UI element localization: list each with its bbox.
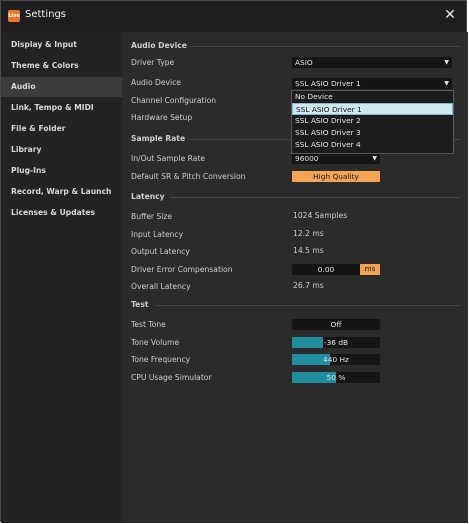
output-latency-label: Output Latency xyxy=(131,247,190,256)
chevron-down-icon: ▼ xyxy=(444,59,449,66)
default-sr-label: Default SR & Pitch Conversion xyxy=(131,172,246,181)
window-title: Settings xyxy=(25,9,67,20)
audio-device-label: Audio Device xyxy=(131,78,181,87)
close-icon[interactable]: ✕ xyxy=(442,7,458,23)
driver-type-label: Driver Type xyxy=(131,58,175,67)
section-sample-rate: Sample Rate xyxy=(131,134,186,143)
chevron-down-icon: ▼ xyxy=(372,155,377,162)
sidebar-item-plug-ins[interactable]: Plug-Ins xyxy=(1,161,122,181)
audio-device-value: SSL ASIO Driver 1 xyxy=(295,79,361,88)
section-divider xyxy=(156,305,460,306)
input-latency-label: Input Latency xyxy=(131,230,184,239)
chevron-down-icon: ▼ xyxy=(444,80,449,87)
dropdown-option-driver-1[interactable]: SSL ASIO Driver 1 xyxy=(292,103,453,115)
dropdown-option-driver-2[interactable]: SSL ASIO Driver 2 xyxy=(292,115,453,127)
buffer-size-value[interactable]: 1024 Samples xyxy=(293,211,347,220)
overall-latency-label: Overall Latency xyxy=(131,282,191,291)
sample-rate-value: 96000 xyxy=(295,154,319,163)
cpu-usage-slider[interactable]: 50 % xyxy=(292,372,380,383)
tone-volume-slider[interactable]: -36 dB xyxy=(292,337,380,348)
audio-device-dropdown-menu: No Device SSL ASIO Driver 1 SSL ASIO Dri… xyxy=(291,90,454,154)
tone-frequency-slider[interactable]: 440 Hz xyxy=(292,354,380,365)
sidebar: Display & Input Theme & Colors Audio Lin… xyxy=(1,32,122,523)
app-icon: Live xyxy=(8,10,20,22)
dropdown-option-driver-4[interactable]: SSL ASIO Driver 4 xyxy=(292,139,453,151)
tone-frequency-value: 440 Hz xyxy=(323,355,349,364)
section-test: Test xyxy=(131,300,149,309)
dropdown-option-driver-3[interactable]: SSL ASIO Driver 3 xyxy=(292,127,453,139)
tone-volume-label: Tone Volume xyxy=(131,338,180,347)
input-latency-value: 12.2 ms xyxy=(293,229,324,238)
sample-rate-select[interactable]: 96000 ▼ xyxy=(292,153,380,164)
buffer-size-label: Buffer Size xyxy=(131,212,173,221)
sidebar-item-audio[interactable]: Audio xyxy=(1,77,122,97)
pitch-conversion-toggle[interactable]: High Quality xyxy=(292,171,380,182)
dropdown-option-no-device[interactable]: No Device xyxy=(292,91,453,103)
audio-device-select[interactable]: SSL ASIO Driver 1 ▼ xyxy=(292,78,452,89)
sidebar-item-link-tempo-midi[interactable]: Link, Tempo & MIDI xyxy=(1,98,122,118)
test-tone-toggle[interactable]: Off xyxy=(292,319,380,330)
settings-window: Live Settings ✕ Display & Input Theme & … xyxy=(0,0,468,523)
channel-configuration-label: Channel Configuration xyxy=(131,96,217,105)
test-tone-label: Test Tone xyxy=(131,320,166,329)
driver-error-compensation-input[interactable]: 0.00 xyxy=(292,264,360,275)
output-latency-value: 14.5 ms xyxy=(293,246,324,255)
section-divider xyxy=(170,197,460,198)
driver-error-compensation-label: Driver Error Compensation xyxy=(131,265,233,274)
driver-error-unit: ms xyxy=(360,264,380,275)
cpu-usage-simulator-label: CPU Usage Simulator xyxy=(131,373,212,382)
tone-volume-value: -36 dB xyxy=(323,338,349,347)
hardware-setup-label: Hardware Setup xyxy=(131,113,193,122)
sidebar-item-theme-colors[interactable]: Theme & Colors xyxy=(1,56,122,76)
section-audio-device: Audio Device xyxy=(131,41,187,50)
sidebar-item-library[interactable]: Library xyxy=(1,140,122,160)
driver-type-value: ASIO xyxy=(295,58,313,67)
section-divider xyxy=(190,46,460,47)
sidebar-item-record-warp-launch[interactable]: Record, Warp & Launch xyxy=(1,182,122,202)
sidebar-item-file-folder[interactable]: File & Folder xyxy=(1,119,122,139)
section-latency: Latency xyxy=(131,192,165,201)
title-bar: Live Settings ✕ xyxy=(1,1,466,32)
sidebar-item-display-input[interactable]: Display & Input xyxy=(1,35,122,55)
sidebar-item-licenses-updates[interactable]: Licenses & Updates xyxy=(1,203,122,223)
cpu-usage-value: 50 % xyxy=(326,373,346,382)
overall-latency-value: 26.7 ms xyxy=(293,281,324,290)
driver-type-select[interactable]: ASIO ▼ xyxy=(292,57,452,68)
tone-frequency-label: Tone Frequency xyxy=(131,355,191,364)
in-out-sample-rate-label: In/Out Sample Rate xyxy=(131,154,206,163)
